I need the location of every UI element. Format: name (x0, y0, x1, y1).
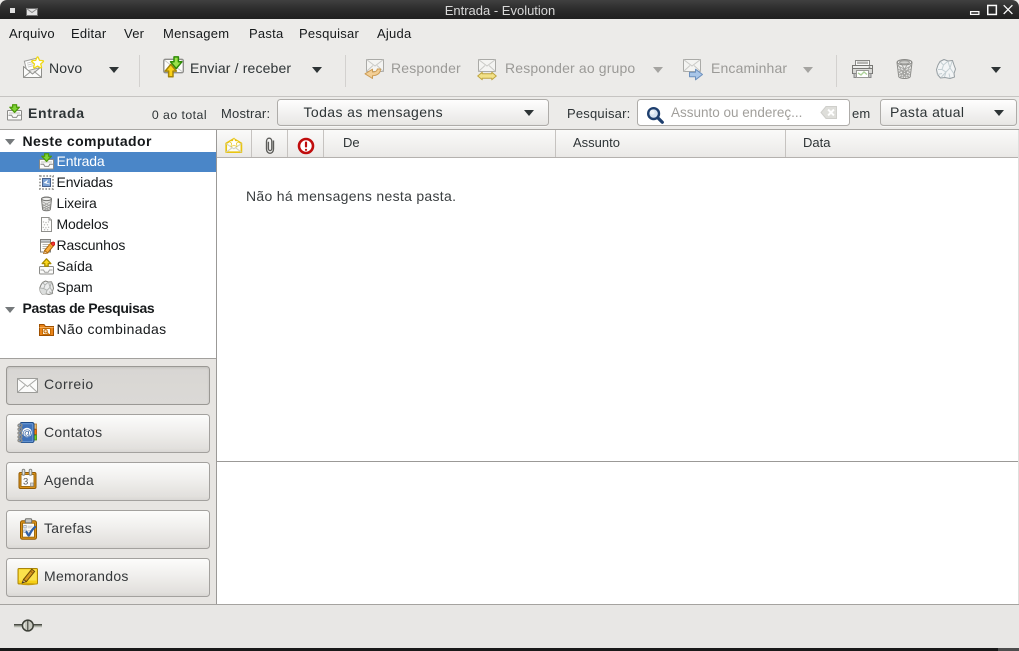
svg-text:3: 3 (23, 476, 28, 487)
svg-text:@: @ (22, 428, 32, 439)
